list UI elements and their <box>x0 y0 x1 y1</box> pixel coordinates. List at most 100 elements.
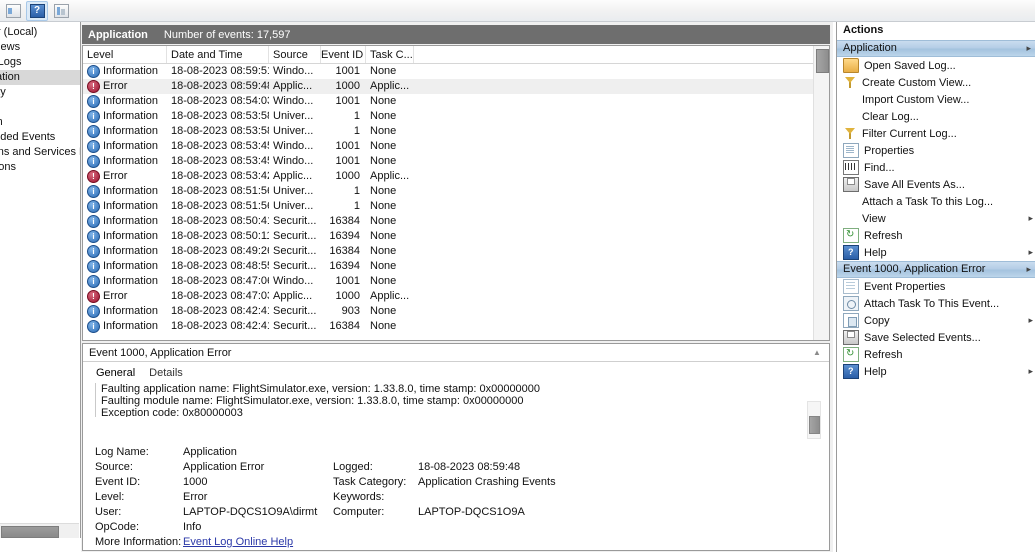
tab-details[interactable]: Details <box>146 366 186 380</box>
table-row[interactable]: iInformation18-08-2023 08:53:45Windo...1… <box>83 154 829 169</box>
tree-item-forwarded-events[interactable]: Forwarded Events <box>0 130 81 145</box>
action-item-help[interactable]: Help▸ <box>837 244 1035 261</box>
cell-level-label: Information <box>103 109 158 124</box>
table-row[interactable]: iInformation18-08-2023 08:48:55Securit..… <box>83 259 829 274</box>
action-item-create-custom-view[interactable]: Create Custom View... <box>837 74 1035 91</box>
action-item-label: Event Properties <box>864 281 1035 293</box>
tree-item-applications-and-services-logs[interactable]: Applications and Services Logs <box>0 145 81 160</box>
event-log-online-help-link[interactable]: Event Log Online Help <box>183 536 293 548</box>
event-meta-value: LAPTOP-DQCS1O9A\dirmt <box>183 506 333 518</box>
table-row[interactable]: iInformation18-08-2023 08:42:41Securit..… <box>83 319 829 334</box>
tree-item-event-viewer-local[interactable]: Event Viewer (Local) <box>0 25 81 40</box>
action-item-open-saved-log[interactable]: Open Saved Log... <box>837 57 1035 74</box>
table-row[interactable]: !Error18-08-2023 08:47:03Applic...1000Ap… <box>83 289 829 304</box>
tree-item-application[interactable]: Application <box>0 70 81 85</box>
chevron-right-icon[interactable]: ▸ <box>1028 247 1035 258</box>
action-item-clear-log[interactable]: Clear Log... <box>837 108 1035 125</box>
action-item-save-selected-events[interactable]: Save Selected Events... <box>837 329 1035 346</box>
column-header-source[interactable]: Source <box>269 46 321 63</box>
tab-general[interactable]: General <box>93 366 138 380</box>
cell-level: iInformation <box>83 214 167 229</box>
table-row[interactable]: iInformation18-08-2023 08:53:58Univer...… <box>83 109 829 124</box>
chevron-right-icon[interactable]: ▸ <box>1028 213 1035 224</box>
table-row[interactable]: iInformation18-08-2023 08:53:58Univer...… <box>83 124 829 139</box>
cell-source: Securit... <box>269 304 321 319</box>
cell-task-category: Applic... <box>366 289 414 304</box>
cell-level-label: Information <box>103 274 158 289</box>
table-row[interactable]: iInformation18-08-2023 08:54:03Windo...1… <box>83 94 829 109</box>
column-header-date-and-time[interactable]: Date and Time <box>167 46 269 63</box>
table-row[interactable]: iInformation18-08-2023 08:50:41Securit..… <box>83 214 829 229</box>
event-list-scrollbar-thumb[interactable] <box>816 49 829 73</box>
table-row[interactable]: !Error18-08-2023 08:53:42Applic...1000Ap… <box>83 169 829 184</box>
action-item-import-custom-view[interactable]: Import Custom View... <box>837 91 1035 108</box>
table-row[interactable]: !Error18-08-2023 08:59:48Applic...1000Ap… <box>83 79 829 94</box>
table-row[interactable]: iInformation18-08-2023 08:59:51Windo...1… <box>83 64 829 79</box>
tree-item-windows-logs[interactable]: Windows Logs <box>0 55 81 70</box>
chevron-up-icon[interactable]: ▲ <box>811 347 823 359</box>
toolbar-button-show-hide-console-tree[interactable] <box>2 1 24 21</box>
cell-level: iInformation <box>83 274 167 289</box>
action-item-refresh[interactable]: Refresh <box>837 346 1035 363</box>
chevron-right-icon[interactable]: ▸ <box>1026 40 1033 57</box>
cell-level: iInformation <box>83 184 167 199</box>
action-item-view[interactable]: View▸ <box>837 210 1035 227</box>
chevron-right-icon[interactable]: ▸ <box>1028 315 1035 326</box>
filter-icon <box>843 76 857 89</box>
action-item-attach-a-task-to-this-log[interactable]: Attach a Task To this Log... <box>837 193 1035 210</box>
action-item-save-all-events-as[interactable]: Save All Events As... <box>837 176 1035 193</box>
action-item-label: Find... <box>864 162 1035 174</box>
table-row[interactable]: iInformation18-08-2023 08:49:26Securit..… <box>83 244 829 259</box>
action-item-properties[interactable]: Properties <box>837 142 1035 159</box>
table-row[interactable]: iInformation18-08-2023 08:42:41Securit..… <box>83 304 829 319</box>
action-item-attach-task-to-this-event[interactable]: Attach Task To This Event... <box>837 295 1035 312</box>
cell-event-id: 1 <box>321 124 366 139</box>
cell-task-category: None <box>366 64 414 79</box>
cell-event-id: 16394 <box>321 229 366 244</box>
action-item-help[interactable]: Help▸ <box>837 363 1035 380</box>
cell-source: Securit... <box>269 229 321 244</box>
cell-event-id: 1 <box>321 184 366 199</box>
refresh-icon <box>843 347 859 362</box>
table-row[interactable]: iInformation18-08-2023 08:50:11Securit..… <box>83 229 829 244</box>
event-description-scrollbar[interactable] <box>807 401 821 439</box>
cell-event-id: 1000 <box>321 289 366 304</box>
event-description-scrollbar-thumb[interactable] <box>809 416 820 434</box>
cell-date: 18-08-2023 08:59:51 <box>167 64 269 79</box>
toolbar-button-show-action-pane[interactable] <box>50 1 72 21</box>
column-header-event-id[interactable]: Event ID <box>321 46 366 63</box>
cell-level: iInformation <box>83 229 167 244</box>
action-item-label: Open Saved Log... <box>864 60 1035 72</box>
event-list-vertical-scrollbar[interactable] <box>813 46 829 340</box>
table-row[interactable]: iInformation18-08-2023 08:51:56Univer...… <box>83 199 829 214</box>
action-item-refresh[interactable]: Refresh <box>837 227 1035 244</box>
column-header-task-category[interactable]: Task C... <box>366 46 414 63</box>
chevron-right-icon[interactable]: ▸ <box>1028 366 1035 377</box>
tree-item-security[interactable]: Security <box>0 85 81 100</box>
table-row[interactable]: iInformation18-08-2023 08:51:56Univer...… <box>83 184 829 199</box>
tree-item-subscriptions[interactable]: Subscriptions <box>0 160 81 175</box>
toolbar-button-help[interactable]: ? <box>26 1 48 21</box>
cell-event-id: 1000 <box>321 169 366 184</box>
tree-item-system[interactable]: System <box>0 115 81 130</box>
chevron-right-icon[interactable]: ▸ <box>1026 261 1033 278</box>
tree-scrollbar-thumb[interactable] <box>1 526 59 538</box>
cell-event-id: 1 <box>321 199 366 214</box>
action-item-label: Import Custom View... <box>862 94 1035 106</box>
action-item-copy[interactable]: Copy▸ <box>837 312 1035 329</box>
column-header-level[interactable]: Level <box>83 46 167 63</box>
action-item-event-properties[interactable]: Event Properties <box>837 278 1035 295</box>
table-row[interactable]: iInformation18-08-2023 08:53:45Windo...1… <box>83 139 829 154</box>
action-item-find[interactable]: Find... <box>837 159 1035 176</box>
cell-date: 18-08-2023 08:59:48 <box>167 79 269 94</box>
table-row[interactable]: iInformation18-08-2023 08:47:06Windo...1… <box>83 274 829 289</box>
cell-date: 18-08-2023 08:54:03 <box>167 94 269 109</box>
cell-task-category: None <box>366 124 414 139</box>
action-item-filter-current-log[interactable]: Filter Current Log... <box>837 125 1035 142</box>
tree-item-custom-views[interactable]: Custom Views <box>0 40 81 55</box>
tree-horizontal-scrollbar[interactable] <box>0 523 79 538</box>
event-meta-row: User:LAPTOP-DQCS1O9A\dirmtComputer:LAPTO… <box>95 504 815 519</box>
tree-item-setup[interactable]: Setup <box>0 100 81 115</box>
cell-date: 18-08-2023 08:50:41 <box>167 214 269 229</box>
info-icon: i <box>87 275 100 288</box>
